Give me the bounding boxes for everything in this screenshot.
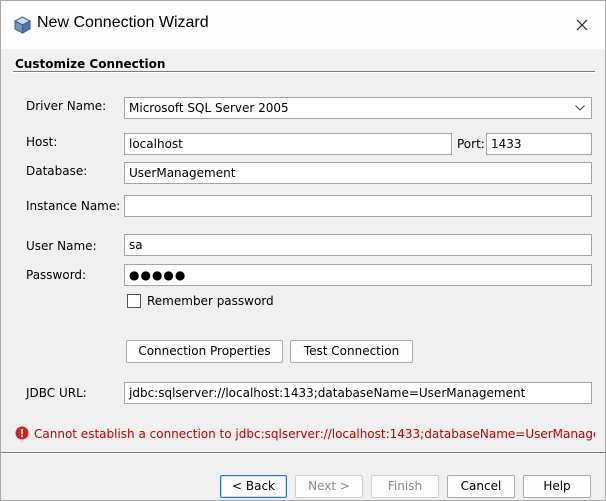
port-label: Port: (457, 137, 485, 151)
jdbc-url-label: JDBC URL: (26, 386, 87, 400)
finish-button[interactable]: Finish (371, 475, 439, 498)
database-label: Database: (26, 164, 88, 178)
remember-password-label: Remember password (147, 294, 274, 308)
footer-button-bar: < Back Next > Finish Cancel Help (1, 454, 605, 500)
connection-properties-button[interactable]: Connection Properties (126, 340, 283, 363)
window-title: New Connection Wizard (37, 14, 209, 31)
dialog-window: New Connection Wizard Customize Connecti… (0, 0, 606, 501)
wizard-content: Customize Connection Driver Name: Micros… (1, 49, 605, 452)
title-bar: New Connection Wizard (1, 1, 605, 49)
step-title: Customize Connection (15, 57, 166, 71)
password-field[interactable]: ●●●●● (124, 264, 592, 286)
username-label: User Name: (26, 239, 97, 253)
step-divider (13, 71, 595, 73)
database-field[interactable]: UserManagement (124, 162, 592, 184)
back-button[interactable]: < Back (220, 475, 287, 498)
driver-select[interactable]: Microsoft SQL Server 2005 (124, 97, 592, 119)
netbeans-cube-icon (14, 16, 31, 34)
error-message-row: Cannot establish a connection to jdbc:sq… (15, 426, 595, 442)
password-label: Password: (26, 268, 87, 282)
instance-name-field[interactable] (124, 195, 592, 217)
driver-select-value: Microsoft SQL Server 2005 (129, 101, 289, 115)
port-field[interactable]: 1433 (486, 133, 592, 155)
jdbc-url-field[interactable]: jdbc:sqlserver://localhost:1433;database… (124, 382, 592, 404)
error-message: Cannot establish a connection to jdbc:sq… (34, 427, 595, 441)
driver-label: Driver Name: (26, 99, 107, 113)
host-label: Host: (26, 135, 58, 149)
error-icon (15, 426, 29, 440)
cancel-button[interactable]: Cancel (447, 475, 515, 498)
remember-password-checkbox[interactable] (127, 294, 141, 308)
chevron-down-icon (575, 105, 585, 111)
close-icon (576, 19, 588, 31)
test-connection-button[interactable]: Test Connection (290, 340, 413, 363)
instance-name-label: Instance Name: (26, 199, 121, 213)
next-button[interactable]: Next > (295, 475, 363, 498)
username-field[interactable]: sa (124, 234, 592, 256)
host-field[interactable]: localhost (124, 133, 452, 155)
close-button[interactable] (559, 1, 605, 49)
help-button[interactable]: Help (523, 475, 591, 498)
